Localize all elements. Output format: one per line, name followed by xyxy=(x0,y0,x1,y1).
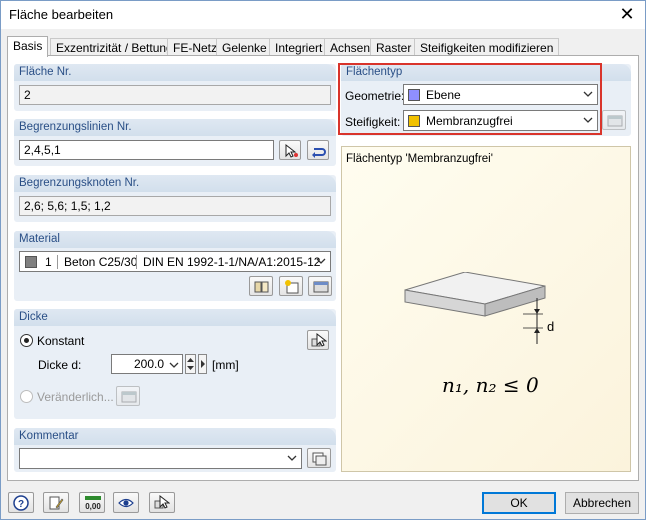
edit-dialog-icon xyxy=(607,115,623,127)
ok-button[interactable]: OK xyxy=(482,492,556,514)
tab-fe-netz[interactable]: FE-Netz xyxy=(167,38,224,56)
units-label: 0,00 xyxy=(85,502,101,511)
dicke-unit: [mm] xyxy=(212,358,239,372)
tab-achsen[interactable]: Achsen xyxy=(324,38,377,56)
kommentar-input[interactable] xyxy=(19,448,302,469)
material-name: Beton C25/30 xyxy=(64,255,138,269)
comment-list-icon xyxy=(312,452,327,466)
chevron-down-icon xyxy=(316,258,326,264)
dicke-spinner[interactable] xyxy=(185,354,196,374)
group-material: Material 1 Beton C25/30 DIN EN 1992-1-1/… xyxy=(14,231,336,301)
separator xyxy=(136,255,137,269)
pick-lines-button[interactable] xyxy=(279,140,301,160)
edit-dialog-icon xyxy=(313,281,329,293)
arrow-right-icon xyxy=(201,360,205,368)
group-begrenzungsknoten: Begrenzungsknoten Nr. 2,6; 5,6; 1,5; 1,2 xyxy=(14,175,336,222)
veraenderlich-radio[interactable] xyxy=(20,390,33,403)
highlight-frame xyxy=(338,63,602,135)
dicke-input[interactable]: 200.0 xyxy=(111,354,183,374)
veraenderlich-label: Veränderlich... xyxy=(37,390,114,404)
konstant-radio[interactable] xyxy=(20,334,33,347)
group-header: Material xyxy=(14,231,336,248)
stiffness-formula: n₁, n₂ ≤ 0 xyxy=(442,373,539,397)
edit-dialog-icon xyxy=(121,391,137,403)
group-flaeche-nr: Fläche Nr. 2 xyxy=(14,64,336,111)
window-title: Fläche bearbeiten xyxy=(9,7,114,22)
group-header: Begrenzungslinien Nr. xyxy=(14,119,336,136)
dimension-label: d xyxy=(547,319,555,334)
group-header: Fläche Nr. xyxy=(14,64,336,81)
group-header: Begrenzungsknoten Nr. xyxy=(14,175,336,192)
pick-cursor-icon xyxy=(285,143,298,158)
pick-cursor-icon xyxy=(154,495,170,509)
edit-variable-thickness-button[interactable] xyxy=(116,386,140,406)
group-header: Dicke xyxy=(14,309,336,326)
reverse-direction-button[interactable] xyxy=(307,140,329,160)
material-library-button[interactable] xyxy=(249,276,273,296)
dialog-window: Fläche bearbeiten ✕ Basis Exzentrizität … xyxy=(0,0,646,520)
new-item-icon xyxy=(285,280,299,294)
help-button[interactable]: ? xyxy=(8,492,34,513)
dicke-label: Dicke d: xyxy=(38,358,82,372)
library-book-icon xyxy=(254,281,269,293)
material-select[interactable]: 1 Beton C25/30 DIN EN 1992-1-1/NA/A1:201… xyxy=(19,251,331,272)
begrenzungsknoten-field: 2,6; 5,6; 1,5; 1,2 xyxy=(19,196,331,216)
svg-text:?: ? xyxy=(18,499,24,510)
units-decimals-button[interactable]: 0,00 xyxy=(79,492,105,513)
tab-exzentrizitaet[interactable]: Exzentrizität / Bettung xyxy=(50,38,179,56)
flaeche-nr-field: 2 xyxy=(19,85,331,105)
kommentar-library-button[interactable] xyxy=(307,448,331,468)
edit-notes-button[interactable] xyxy=(43,492,69,513)
new-material-button[interactable] xyxy=(279,276,303,296)
pick-thickness-button[interactable] xyxy=(307,330,329,350)
plate-illustration xyxy=(404,272,546,344)
title-bar: Fläche bearbeiten ✕ xyxy=(1,1,645,29)
view-button[interactable] xyxy=(113,492,139,513)
material-number: 1 xyxy=(45,255,52,269)
group-header: Kommentar xyxy=(14,428,336,445)
preview-title: Flächentyp 'Membranzugfrei' xyxy=(346,153,493,165)
edit-material-button[interactable] xyxy=(308,276,332,296)
edit-stiffness-button[interactable] xyxy=(602,110,626,130)
tab-gelenke[interactable]: Gelenke xyxy=(216,38,273,56)
pick-cursor-icon xyxy=(311,333,327,347)
tab-integriert[interactable]: Integriert xyxy=(269,38,329,56)
group-begrenzungslinien: Begrenzungslinien Nr. 2,4,5,1 xyxy=(14,119,336,166)
begrenzungslinien-input[interactable]: 2,4,5,1 xyxy=(19,140,274,160)
pick-button[interactable] xyxy=(149,492,175,513)
close-icon[interactable]: ✕ xyxy=(615,4,639,26)
tab-basis[interactable]: Basis xyxy=(7,36,49,57)
edit-pencil-icon xyxy=(49,496,64,510)
tab-raster[interactable]: Raster xyxy=(370,38,418,56)
group-dicke: Dicke Konstant Dicke d: 200.0 [mm] Verän… xyxy=(14,309,336,419)
konstant-label: Konstant xyxy=(37,334,85,348)
chevron-down-icon xyxy=(287,455,297,461)
units-icon: 0,00 xyxy=(85,496,101,511)
dicke-next-button[interactable] xyxy=(198,354,207,374)
spinner-arrows-icon xyxy=(187,358,194,370)
material-color-swatch xyxy=(25,256,37,268)
flaechentyp-preview: Flächentyp 'Membranzugfrei' d n₁, n₂ ≤ 0 xyxy=(341,146,631,472)
tab-steifigkeiten[interactable]: Steifigkeiten modifizieren xyxy=(414,38,560,56)
chevron-down-icon xyxy=(169,362,179,368)
dicke-value: 200.0 xyxy=(133,357,164,371)
eye-icon xyxy=(118,498,134,508)
reverse-arrow-icon xyxy=(312,148,326,158)
material-norm: DIN EN 1992-1-1/NA/A1:2015-12 xyxy=(143,255,321,269)
cancel-button[interactable]: Abbrechen xyxy=(565,492,639,514)
group-kommentar: Kommentar xyxy=(14,428,336,472)
separator xyxy=(57,255,58,269)
help-icon: ? xyxy=(13,495,29,511)
